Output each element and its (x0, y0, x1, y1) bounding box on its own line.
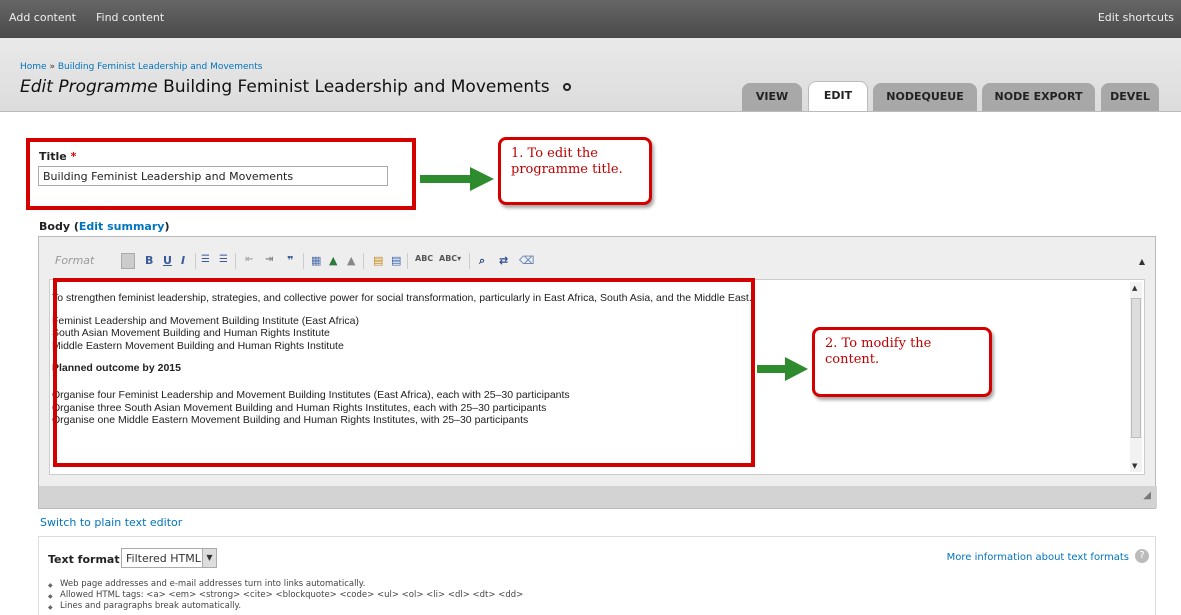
find-content-link[interactable]: Find content (96, 11, 164, 24)
toolbar-separator (469, 253, 470, 269)
body-label: Body (Edit summary) (39, 220, 170, 233)
format-dropdown[interactable]: Format (55, 254, 94, 267)
editor-status-bar: ◢ (39, 486, 1157, 508)
tab-devel[interactable]: DEVEL (1101, 83, 1159, 111)
callout-title: 1. To edit the programme title. (498, 137, 652, 205)
edit-shortcuts-link[interactable]: Edit shortcuts (1098, 11, 1174, 24)
chevron-down-icon[interactable]: ▼ (202, 549, 216, 567)
edit-summary-link[interactable]: Edit summary (79, 220, 165, 233)
blockquote-icon[interactable]: ❞ (287, 254, 293, 267)
underline-icon[interactable]: U (163, 254, 172, 267)
breadcrumb-home[interactable]: Home (20, 62, 47, 72)
format-tip: Allowed HTML tags: <a> <em> <strong> <ci… (48, 590, 523, 602)
page-title-text: Building Feminist Leadership and Movemen… (163, 77, 550, 97)
tab-edit[interactable]: EDIT (808, 81, 868, 111)
tab-view[interactable]: VIEW (742, 83, 802, 111)
italic-icon[interactable]: I (181, 254, 185, 267)
table-icon[interactable]: ▦ (311, 254, 321, 267)
green-arrow-icon (757, 357, 808, 381)
toolbar-separator (363, 253, 364, 269)
editor-toolbar: Format B U I ☰ ☰ ⇤ ⇥ ❞ ▦ ▲ ▲ ▤ ▤ ABC ABC… (49, 251, 1145, 273)
breadcrumb: Home » Building Feminist Leadership and … (20, 62, 262, 72)
add-content-link[interactable]: Add content (9, 11, 76, 24)
bullet-list-icon[interactable]: ☰ (219, 254, 228, 265)
scroll-up-icon[interactable]: ▲ (1132, 284, 1137, 292)
help-icon[interactable]: ? (1135, 549, 1149, 563)
callout-content: 2. To modify the content. (812, 327, 992, 397)
toolbar-collapse-icon[interactable]: ▲ (1139, 257, 1145, 266)
find-icon[interactable]: ⌕ (479, 254, 485, 268)
format-tips-list: Web page addresses and e-mail addresses … (48, 579, 523, 613)
scroll-down-icon[interactable]: ▼ (1132, 462, 1137, 470)
title-highlight-box (26, 138, 416, 210)
text-format-selected: Filtered HTML (126, 552, 201, 565)
indent-icon[interactable]: ⇥ (265, 254, 273, 265)
tab-nodequeue[interactable]: NODEQUEUE (873, 83, 977, 111)
spellcheck-as-you-type-icon[interactable]: ABC▾ (439, 254, 461, 263)
text-format-label: Text format (48, 553, 120, 566)
replace-icon[interactable]: ⇄ (499, 254, 508, 267)
editor-scrollbar[interactable]: ▲ ▼ (1130, 282, 1142, 472)
toolbar-separator (195, 253, 196, 269)
page-title: Edit Programme Building Feminist Leaders… (20, 77, 572, 97)
remove-format-icon[interactable]: ⌫ (519, 254, 535, 267)
green-arrow-icon (420, 167, 494, 191)
contextual-links-icon[interactable] (563, 83, 572, 91)
bold-icon[interactable]: B (145, 254, 153, 267)
text-format-select[interactable]: Filtered HTML ▼ (121, 548, 217, 568)
spellcheck-icon[interactable]: ABC (415, 254, 433, 263)
media-icon[interactable]: ▲ (347, 254, 355, 267)
page-title-prefix: Edit Programme (20, 77, 158, 97)
image-icon[interactable]: ▲ (329, 254, 337, 267)
tab-node-export[interactable]: NODE EXPORT (982, 83, 1095, 111)
more-info-link[interactable]: More information about text formats (947, 552, 1129, 563)
text-format-fieldset: Text format Filtered HTML ▼ More informa… (38, 536, 1156, 615)
paste-text-icon[interactable]: ▤ (373, 254, 383, 267)
toolbar-separator (303, 253, 304, 269)
scrollbar-thumb[interactable] (1131, 298, 1141, 438)
switch-editor-link[interactable]: Switch to plain text editor (40, 516, 182, 529)
toolbar-separator (407, 253, 408, 269)
toolbar-separator (235, 253, 236, 269)
content-highlight-box (53, 278, 755, 467)
format-dropdown-arrow-icon[interactable] (121, 253, 135, 269)
resize-handle-icon[interactable]: ◢ (1143, 490, 1151, 501)
paste-word-icon[interactable]: ▤ (391, 254, 401, 267)
format-tip: Web page addresses and e-mail addresses … (48, 579, 523, 591)
breadcrumb-separator: » (46, 62, 58, 72)
numbered-list-icon[interactable]: ☰ (201, 254, 210, 265)
page-header: Home » Building Feminist Leadership and … (0, 38, 1181, 112)
format-tip: Lines and paragraphs break automatically… (48, 601, 523, 613)
breadcrumb-current[interactable]: Building Feminist Leadership and Movemen… (58, 62, 263, 72)
outdent-icon[interactable]: ⇤ (245, 254, 253, 265)
admin-toolbar: Add content Find content Edit shortcuts (0, 0, 1181, 44)
body-label-text: Body (39, 220, 70, 233)
